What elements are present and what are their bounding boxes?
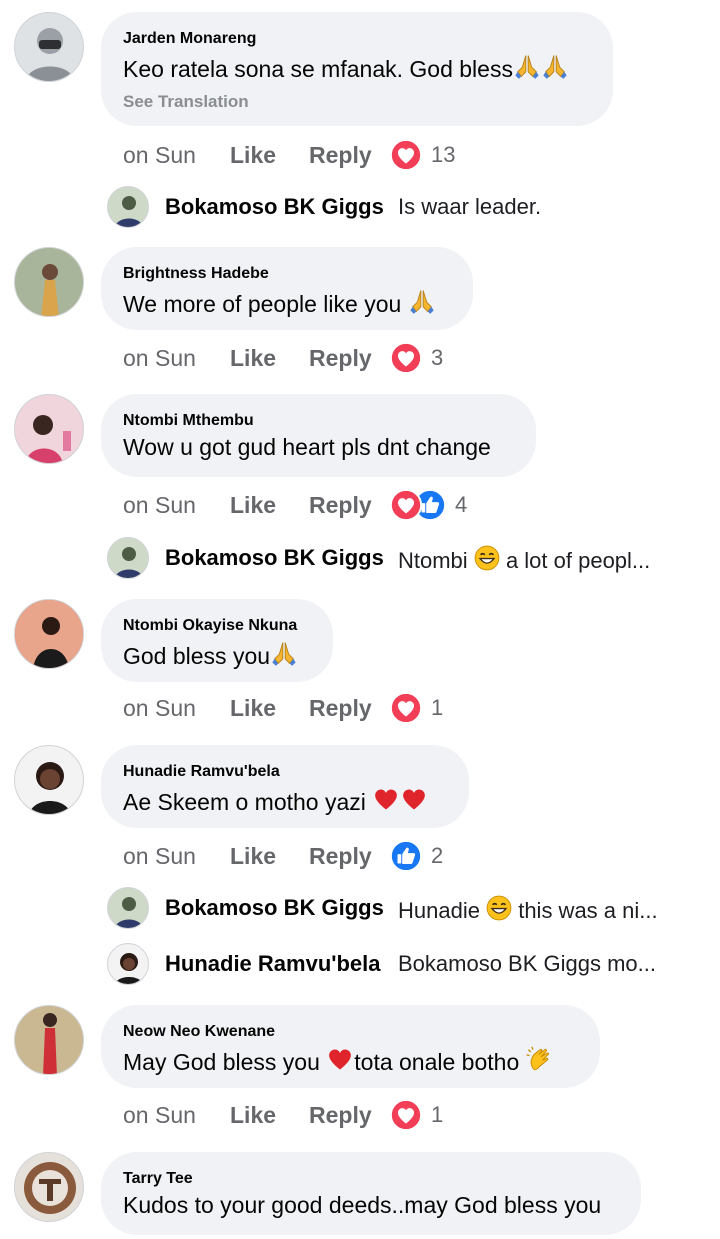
comment-author[interactable]: Neow Neo Kwenane (123, 1023, 275, 1041)
reply-text: Ntombi a lot of peopl... (398, 545, 650, 574)
reaction-count[interactable]: 2 (431, 843, 443, 869)
reply-item[interactable]: Hunadie Ramvu'bela Bokamoso BK Giggs mo.… (0, 943, 720, 987)
avatar[interactable] (14, 745, 84, 815)
love-reaction-icon[interactable] (389, 488, 423, 522)
timestamp[interactable]: on Sun (123, 142, 196, 169)
comment-author[interactable]: Hunadie Ramvu'bela (123, 763, 280, 781)
see-translation-link[interactable]: See Translation (123, 92, 249, 112)
folded-hands-emoji-icon (541, 52, 569, 80)
comment-author[interactable]: Brightness Hadebe (123, 265, 269, 283)
clapping-hands-emoji-icon (526, 1045, 554, 1073)
reaction-count[interactable]: 1 (431, 695, 443, 721)
reply-author[interactable]: Bokamoso BK Giggs (165, 895, 384, 921)
reaction-count[interactable]: 1 (431, 1102, 443, 1128)
comment-text: Keo ratela sona se mfanak. God bless (123, 52, 569, 83)
grinning-face-emoji-icon (486, 895, 512, 921)
reply-author[interactable]: Bokamoso BK Giggs (165, 545, 384, 571)
love-reaction-icon[interactable] (389, 1098, 423, 1132)
love-reaction-icon[interactable] (389, 138, 423, 172)
avatar[interactable] (14, 394, 84, 464)
comment-author[interactable]: Jarden Monareng (123, 30, 256, 48)
red-heart-emoji-icon (372, 785, 400, 813)
comment: Neow Neo Kwenane May God bless you tota … (0, 1005, 720, 1145)
comment-bubble[interactable]: Jarden Monareng Keo ratela sona se mfana… (101, 12, 613, 126)
comment: Brightness Hadebe We more of people like… (0, 247, 720, 387)
reply-author[interactable]: Bokamoso BK Giggs (165, 194, 384, 220)
comment-bubble[interactable]: Hunadie Ramvu'bela Ae Skeem o motho yazi (101, 745, 469, 828)
comment-author[interactable]: Ntombi Okayise Nkuna (123, 617, 297, 635)
avatar[interactable] (107, 943, 149, 985)
comment-bubble[interactable]: Neow Neo Kwenane May God bless you tota … (101, 1005, 600, 1088)
reaction-count[interactable]: 4 (455, 492, 467, 518)
like-button[interactable]: Like (230, 1102, 276, 1129)
avatar[interactable] (14, 599, 84, 669)
timestamp[interactable]: on Sun (123, 1102, 196, 1129)
reply-text: Bokamoso BK Giggs mo... (398, 951, 656, 976)
reply-button[interactable]: Reply (309, 1102, 372, 1129)
comment-text: We more of people like you (123, 287, 436, 318)
comment: Tarry Tee Kudos to your good deeds..may … (0, 1152, 720, 1239)
avatar[interactable] (14, 1152, 84, 1222)
avatar[interactable] (107, 186, 149, 228)
comment-text: Ae Skeem o motho yazi (123, 785, 428, 816)
avatar[interactable] (14, 1005, 84, 1075)
comment-text: Kudos to your good deeds..may God bless … (123, 1192, 602, 1218)
love-reaction-icon[interactable] (389, 341, 423, 375)
comment: Jarden Monareng Keo ratela sona se mfana… (0, 12, 720, 192)
timestamp[interactable]: on Sun (123, 695, 196, 722)
folded-hands-emoji-icon (513, 52, 541, 80)
folded-hands-emoji-icon (270, 639, 298, 667)
comment-author[interactable]: Tarry Tee (123, 1170, 193, 1188)
reply-text: Is waar leader. (398, 194, 542, 219)
comment-author[interactable]: Ntombi Mthembu (123, 412, 254, 430)
reply-item[interactable]: Bokamoso BK Giggs Ntombi a lot of peopl.… (0, 537, 720, 581)
like-button[interactable]: Like (230, 843, 276, 870)
timestamp[interactable]: on Sun (123, 345, 196, 372)
reply-button[interactable]: Reply (309, 843, 372, 870)
timestamp[interactable]: on Sun (123, 492, 196, 519)
reply-button[interactable]: Reply (309, 142, 372, 169)
like-button[interactable]: Like (230, 142, 276, 169)
reply-item[interactable]: Bokamoso BK Giggs Hunadie this was a ni.… (0, 887, 720, 931)
comment-text: May God bless you tota onale botho (123, 1045, 554, 1076)
like-button[interactable]: Like (230, 695, 276, 722)
reply-button[interactable]: Reply (309, 695, 372, 722)
grinning-face-emoji-icon (474, 545, 500, 571)
comment-bubble[interactable]: Ntombi Okayise Nkuna God bless you (101, 599, 333, 682)
comment-text: Wow u got gud heart pls dnt change (123, 434, 491, 460)
reply-button[interactable]: Reply (309, 492, 372, 519)
love-reaction-icon[interactable] (389, 691, 423, 725)
reply-text: Hunadie this was a ni... (398, 895, 658, 924)
comment: Ntombi Mthembu Wow u got gud heart pls d… (0, 394, 720, 534)
comment: Ntombi Okayise Nkuna God bless you on Su… (0, 599, 720, 739)
comment-bubble[interactable]: Brightness Hadebe We more of people like… (101, 247, 473, 330)
like-button[interactable]: Like (230, 492, 276, 519)
comment: Hunadie Ramvu'bela Ae Skeem o motho yazi… (0, 745, 720, 885)
reaction-count[interactable]: 13 (431, 142, 455, 168)
avatar[interactable] (107, 887, 149, 929)
avatar[interactable] (14, 12, 84, 82)
reaction-count[interactable]: 3 (431, 345, 443, 371)
like-reaction-icon[interactable] (389, 839, 423, 873)
reply-item[interactable]: Bokamoso BK Giggs Is waar leader. (0, 186, 720, 230)
avatar[interactable] (14, 247, 84, 317)
reply-button[interactable]: Reply (309, 345, 372, 372)
comment-text: God bless you (123, 639, 298, 670)
reply-author[interactable]: Hunadie Ramvu'bela (165, 951, 381, 977)
comment-bubble[interactable]: Ntombi Mthembu Wow u got gud heart pls d… (101, 394, 536, 477)
folded-hands-emoji-icon (408, 287, 436, 315)
red-heart-emoji-icon (400, 785, 428, 813)
like-button[interactable]: Like (230, 345, 276, 372)
comment-bubble[interactable]: Tarry Tee Kudos to your good deeds..may … (101, 1152, 641, 1235)
avatar[interactable] (107, 537, 149, 579)
timestamp[interactable]: on Sun (123, 843, 196, 870)
red-heart-emoji-icon (326, 1045, 354, 1073)
